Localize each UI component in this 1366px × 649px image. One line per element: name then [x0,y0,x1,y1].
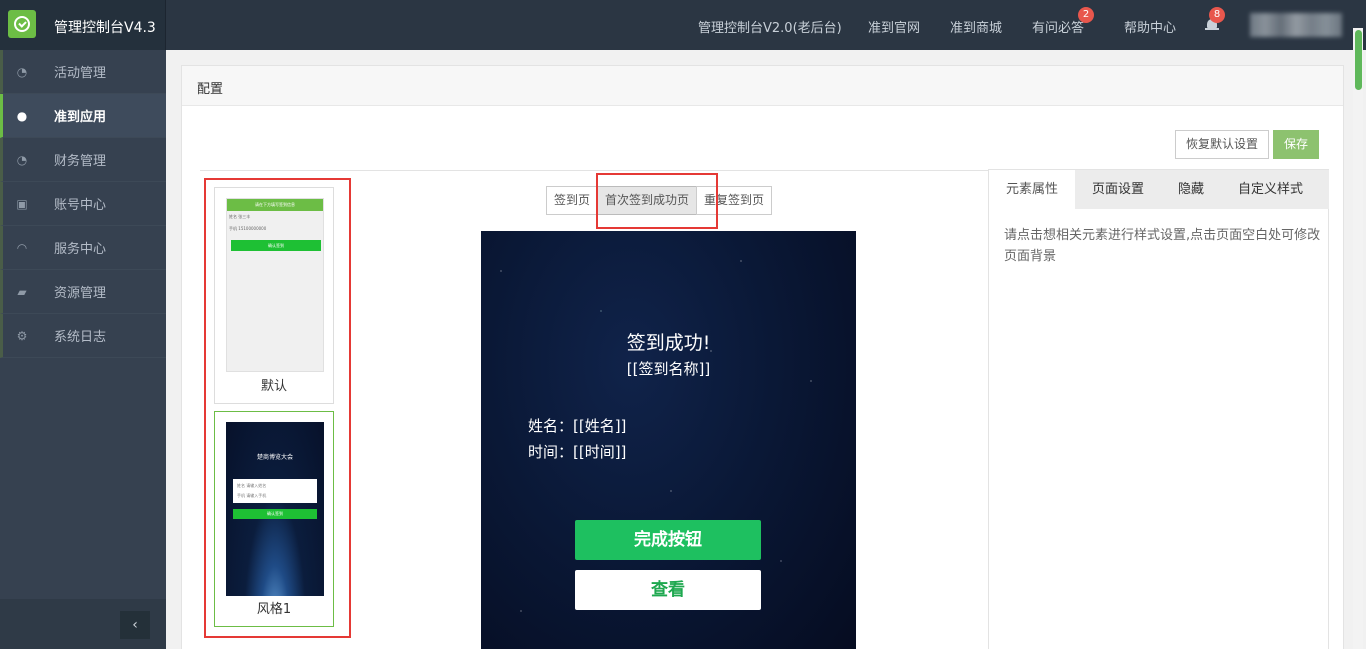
notification-badge: 8 [1209,7,1225,23]
sidebar-footer: ‹ [0,599,166,649]
page-scrollbar[interactable] [1353,28,1363,649]
account-icon: ▣ [16,196,28,211]
mini-row: 手机 15100000000 [229,226,267,231]
done-button[interactable]: 完成按钮 [575,520,761,560]
tab-checkin-page[interactable]: 签到页 [546,186,599,215]
gears-icon: ⚙ [16,328,28,343]
tab-element-properties[interactable]: 元素属性 [989,170,1076,209]
phone-preview[interactable]: 签到成功! [[签到名称]] 姓名：[[姓名]] 时间：[[时间]] 完成按钮 … [481,231,856,649]
nav-official-site[interactable]: 准到官网 [868,17,920,36]
properties-panel: 元素属性 页面设置 隐藏 自定义样式 请点击想相关元素进行样式设置,点击页面空白… [988,169,1329,649]
dashboard-icon: ◔ [16,64,28,79]
sidebar-item-label: 准到应用 [54,110,107,125]
panel-header: 配置 [182,66,1343,106]
template-style1[interactable]: 楚商博览大会 姓名 请输入姓名 手机 请输入手机 确认签到 风格1 [214,411,334,627]
sidebar-item-account[interactable]: ▣ 账号中心 [0,182,166,226]
checkin-name-placeholder[interactable]: [[签到名称]] [481,358,856,379]
mini-row: 手机 请输入手机 [237,493,267,498]
mini-row: 姓名 张三丰 [229,214,251,219]
app-icon: ● [16,108,28,123]
top-bar: 管理控制台V4.3 管理控制台V2.0(老后台) 准到官网 准到商城 有问必答 … [0,0,1366,50]
template-style1-preview: 楚商博览大会 姓名 请输入姓名 手机 请输入手机 确认签到 [226,422,324,596]
template-label: 风格1 [256,602,292,617]
sidebar-item-logs[interactable]: ⚙ 系统日志 [0,314,166,358]
config-panel: 配置 恢复默认设置 保存 请在下方填写签到信息 姓名 张三丰 手机 151000… [181,65,1344,649]
user-menu[interactable] [1250,13,1342,37]
sidebar-item-resources[interactable]: ▰ 资源管理 [0,270,166,314]
faq-badge: 2 [1078,7,1094,23]
properties-hint: 请点击想相关元素进行样式设置,点击页面空白处可修改页面背景 [1004,228,1321,264]
template-default[interactable]: 请在下方填写签到信息 姓名 张三丰 手机 15100000000 确认签到 默认 [214,187,334,404]
nav-shop[interactable]: 准到商城 [950,17,1002,36]
tab-custom-style[interactable]: 自定义样式 [1221,170,1320,209]
sidebar-item-service[interactable]: ◠ 服务中心 [0,226,166,270]
save-button[interactable]: 保存 [1273,130,1319,159]
sidebar-item-label: 系统日志 [54,330,107,345]
sidebar-item-label: 账号中心 [54,198,107,213]
tab-page-settings[interactable]: 页面设置 [1075,170,1161,209]
reset-defaults-button[interactable]: 恢复默认设置 [1175,130,1269,159]
logo-icon [8,10,36,38]
nav-help-center[interactable]: 帮助中心 [1124,17,1176,36]
collapse-sidebar-button[interactable]: ‹ [120,611,150,639]
template-label: 默认 [260,379,287,394]
finance-icon: ◔ [16,152,28,167]
scroll-thumb[interactable] [1355,30,1362,90]
sidebar-item-finance[interactable]: ◔ 财务管理 [0,138,166,182]
mini-row: 姓名 请输入姓名 [237,483,267,488]
success-title[interactable]: 签到成功! [481,328,856,355]
template-list: 请在下方填写签到信息 姓名 张三丰 手机 15100000000 确认签到 默认… [204,178,351,638]
mini-header: 请在下方填写签到信息 [227,199,323,211]
brand: 管理控制台V4.3 [0,0,166,50]
headset-icon: ◠ [16,240,28,255]
tab-highlight-box [596,173,718,229]
mini-form: 姓名 请输入姓名 手机 请输入手机 [233,479,317,503]
page-title: 配置 [197,82,224,97]
tab-hidden[interactable]: 隐藏 [1161,170,1221,209]
property-tabs: 元素属性 页面设置 隐藏 自定义样式 [989,170,1329,209]
view-button[interactable]: 查看 [575,570,761,610]
mini-title: 楚商博览大会 [256,454,293,461]
sidebar-item-label: 服务中心 [54,242,107,257]
mini-button: 确认签到 [233,509,317,519]
sidebar-item-label: 财务管理 [54,154,107,169]
nav-old-console[interactable]: 管理控制台V2.0(老后台) [698,17,842,36]
mini-button: 确认签到 [231,240,321,251]
app-title: 管理控制台V4.3 [54,20,156,36]
sidebar-item-activity[interactable]: ◔ 活动管理 [0,50,166,94]
name-field[interactable]: 姓名：[[姓名]] [528,415,626,436]
nav-faq[interactable]: 有问必答 [1032,17,1084,36]
sidebar-item-label: 活动管理 [54,66,107,81]
divider [200,170,988,171]
template-default-preview: 请在下方填写签到信息 姓名 张三丰 手机 15100000000 确认签到 [226,198,324,372]
sidebar-item-apps[interactable]: ● 准到应用 [0,94,166,138]
sidebar-item-label: 资源管理 [54,286,107,301]
time-field[interactable]: 时间：[[时间]] [528,441,626,462]
book-icon: ▰ [17,284,27,299]
sidebar: ◔ 活动管理 ● 准到应用 ◔ 财务管理 ▣ 账号中心 ◠ 服务中心 ▰ 资源管… [0,50,166,649]
